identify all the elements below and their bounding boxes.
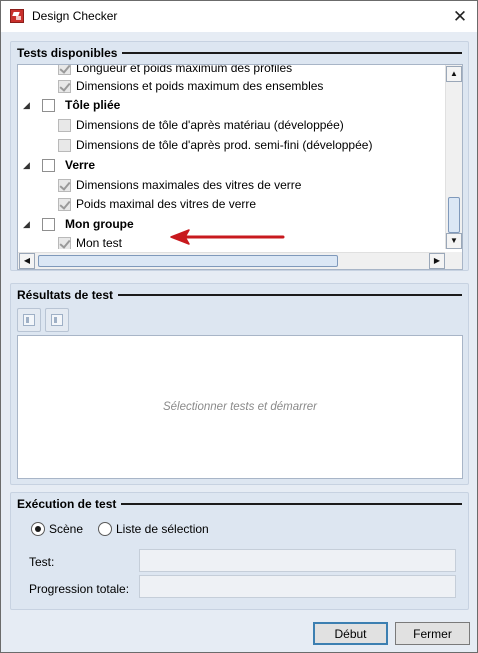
scroll-down-icon[interactable]: ▼ <box>446 233 462 249</box>
test-execution-group: Exécution de test Scène Liste de sélecti… <box>10 492 469 610</box>
scroll-up-icon[interactable]: ▲ <box>446 66 462 82</box>
scroll-corner <box>445 252 462 269</box>
scene-radio-label[interactable]: Scène <box>49 522 83 536</box>
tree-vertical-scrollbar[interactable]: ▲ ▼ <box>445 65 462 249</box>
close-window-button[interactable]: ✕ <box>443 1 477 32</box>
test-label: Dimensions de tôle d'après prod. semi-fi… <box>76 138 373 152</box>
total-progress-field <box>139 575 456 598</box>
export-selection-icon <box>51 314 63 326</box>
group-divider <box>121 503 462 505</box>
collapse-arrow-icon[interactable]: ◢ <box>23 219 33 229</box>
group-label: Tôle pliée <box>65 98 121 112</box>
export-results-icon <box>23 314 35 326</box>
close-button[interactable]: Fermer <box>395 622 470 645</box>
annotation-arrow-icon <box>170 229 285 245</box>
test-label: Longueur et poids maximum des profilés <box>76 65 293 75</box>
test-results-group: Résultats de test Sélectionner tests et … <box>10 283 469 485</box>
test-checkbox[interactable] <box>58 65 71 75</box>
tests-tree-rows: Longueur et poids maximum des profilés D… <box>18 65 446 249</box>
group-checkbox[interactable] <box>42 158 55 172</box>
test-results-title: Résultats de test <box>17 288 114 302</box>
export-results-button[interactable] <box>17 308 41 332</box>
tree-item[interactable]: Dimensions de tôle d'après prod. semi-fi… <box>18 135 446 155</box>
collapse-arrow-icon[interactable]: ◢ <box>23 160 33 170</box>
horizontal-scroll-thumb[interactable] <box>38 255 338 267</box>
results-placeholder: Sélectionner tests et démarrer <box>162 401 318 413</box>
title-bar: Design Checker ✕ <box>1 1 477 32</box>
test-execution-header: Exécution de test <box>17 496 462 512</box>
results-list[interactable]: Sélectionner tests et démarrer <box>17 335 463 479</box>
tests-available-title: Tests disponibles <box>17 46 118 60</box>
test-checkbox[interactable] <box>58 178 71 192</box>
test-field-label: Test: <box>29 555 55 569</box>
group-checkbox[interactable] <box>42 98 55 112</box>
design-checker-window: Design Checker ✕ Tests disponibles Longu… <box>0 0 478 653</box>
tree-horizontal-scrollbar[interactable]: ◀ ▶ <box>18 252 446 269</box>
group-divider <box>122 52 462 54</box>
scene-radio[interactable] <box>31 522 45 536</box>
collapse-arrow-icon[interactable]: ◢ <box>23 100 33 110</box>
start-button[interactable]: Début <box>313 622 388 645</box>
tests-available-header: Tests disponibles <box>17 45 462 61</box>
test-checkbox[interactable] <box>58 138 71 152</box>
test-checkbox[interactable] <box>58 79 71 93</box>
selection-list-radio-label[interactable]: Liste de sélection <box>116 522 209 536</box>
test-checkbox[interactable] <box>58 118 71 132</box>
test-results-header: Résultats de test <box>17 287 462 303</box>
test-label: Dimensions de tôle d'après matériau (dév… <box>76 118 344 132</box>
tree-item[interactable]: Dimensions et poids maximum des ensemble… <box>18 76 446 96</box>
scroll-left-icon[interactable]: ◀ <box>19 253 35 269</box>
window-title: Design Checker <box>32 9 118 23</box>
test-label: Mon test <box>76 236 123 249</box>
test-label: Poids maximal des vitres de verre <box>76 197 257 211</box>
test-label: Dimensions maximales des vitres de verre <box>76 178 302 192</box>
selection-list-radio[interactable] <box>98 522 112 536</box>
test-execution-title: Exécution de test <box>17 497 117 511</box>
tree-item[interactable]: Dimensions maximales des vitres de verre <box>18 175 446 195</box>
test-checkbox[interactable] <box>58 236 71 249</box>
group-label: Verre <box>65 158 96 172</box>
test-checkbox[interactable] <box>58 197 71 211</box>
test-label: Dimensions et poids maximum des ensemble… <box>76 79 324 93</box>
test-field <box>139 549 456 572</box>
tree-group[interactable]: ◢ Verre <box>18 155 446 175</box>
progress-field-label: Progression totale: <box>29 582 130 596</box>
scroll-right-icon[interactable]: ▶ <box>429 253 445 269</box>
tree-item[interactable]: Dimensions de tôle d'après matériau (dév… <box>18 115 446 135</box>
tree-item[interactable]: Poids maximal des vitres de verre <box>18 194 446 214</box>
group-checkbox[interactable] <box>42 217 55 231</box>
tree-group[interactable]: ◢ Tôle pliée <box>18 95 446 115</box>
group-divider <box>118 294 462 296</box>
export-selection-button[interactable] <box>45 308 69 332</box>
app-icon <box>10 9 24 23</box>
group-label: Mon groupe <box>65 217 134 231</box>
vertical-scroll-thumb[interactable] <box>448 197 460 233</box>
